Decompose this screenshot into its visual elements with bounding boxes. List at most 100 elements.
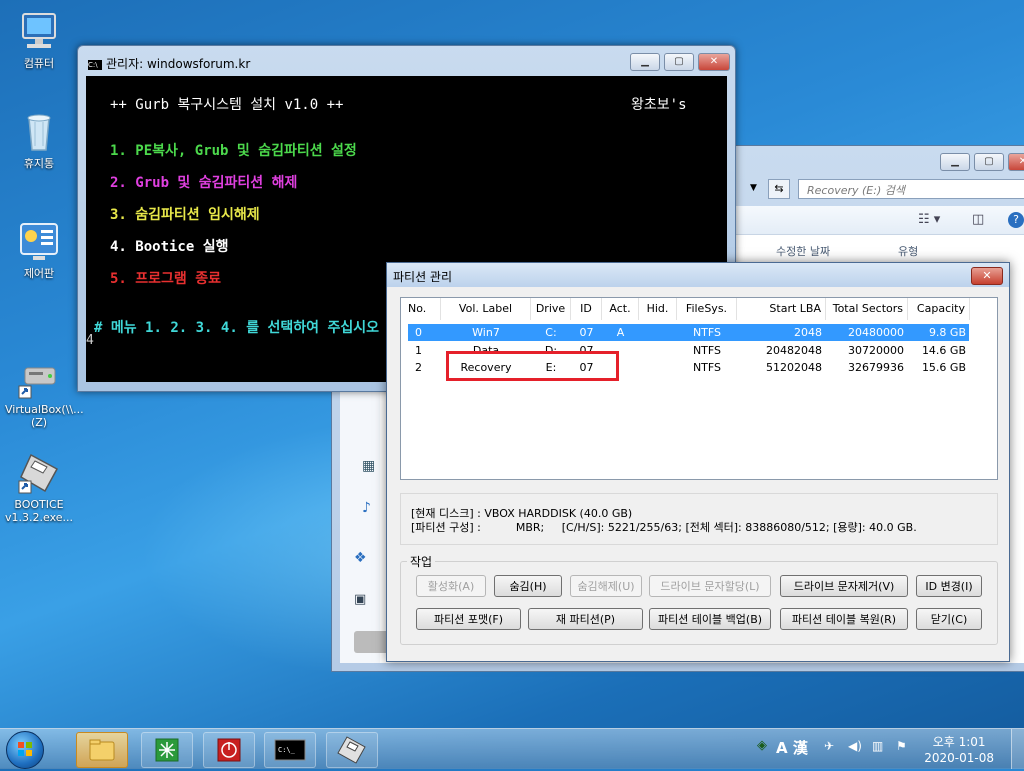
- cell-act: A: [616, 326, 625, 339]
- close-button[interactable]: ✕: [698, 53, 730, 71]
- search-placeholder: Recovery (E:) 검색: [807, 184, 905, 197]
- cmd-menu-item: 4. Bootice 실행: [110, 239, 229, 255]
- taskbar-bootice[interactable]: [326, 732, 378, 768]
- column-type[interactable]: 유형: [898, 243, 918, 259]
- hide-button[interactable]: 숨김(H): [494, 575, 562, 597]
- cell-total: 30720000: [848, 344, 904, 357]
- cell-fs: NTFS: [692, 344, 722, 357]
- col-drive[interactable]: Drive: [531, 298, 571, 320]
- col-no[interactable]: No.: [401, 298, 441, 320]
- cell-capacity: 15.6 GB: [921, 361, 966, 374]
- refresh-button[interactable]: ⇆: [768, 179, 790, 199]
- clock-time: 오후 1:01: [932, 735, 986, 749]
- cmd-title-text: 관리자: windowsforum.kr: [106, 57, 251, 71]
- desktop-icon-recycle-bin[interactable]: 휴지통: [5, 110, 73, 170]
- col-id[interactable]: ID: [571, 298, 602, 320]
- minimize-button[interactable]: ▁: [630, 53, 660, 71]
- desktop-icon-bootice[interactable]: BOOTICE v1.3.2.exe...: [5, 425, 73, 537]
- minimize-button[interactable]: ▁: [940, 153, 970, 171]
- table-header: No. Vol. Label Drive ID Act. Hid. FileSy…: [401, 298, 997, 320]
- activate-button[interactable]: 활성화(A): [416, 575, 486, 597]
- cmd-menu-item: 2. Grub 및 숨김파티션 해제: [110, 175, 298, 191]
- change-id-button[interactable]: ID 변경(I): [916, 575, 982, 597]
- maximize-button[interactable]: ▢: [974, 153, 1004, 171]
- help-icon[interactable]: ?: [1008, 212, 1024, 228]
- desktop-icon-control-panel[interactable]: 제어판: [5, 220, 73, 280]
- cell-total: 20480000: [848, 326, 904, 339]
- volume-icon[interactable]: ◀): [848, 739, 862, 753]
- col-start-lba[interactable]: Start LBA: [737, 298, 826, 320]
- table-row[interactable]: 0 Win7 C: 07 A NTFS 2048 20480000 9.8 GB: [408, 324, 969, 341]
- maximize-button[interactable]: ▢: [664, 53, 694, 71]
- cell-total: 32679936: [848, 361, 904, 374]
- cell-start: 2048: [794, 326, 822, 339]
- dialog-title: 파티션 관리: [393, 270, 453, 284]
- computer-icon: [17, 10, 61, 54]
- col-filesys[interactable]: FileSys.: [677, 298, 737, 320]
- video-icon[interactable]: ▦: [362, 458, 375, 474]
- language-bar-icon[interactable]: ◈: [757, 738, 767, 753]
- col-act[interactable]: Act.: [602, 298, 639, 320]
- network-tray-icon[interactable]: ▥: [872, 739, 883, 753]
- cmd-title: C:\ 관리자: windowsforum.kr: [88, 55, 250, 72]
- format-button[interactable]: 파티션 포맷(F): [416, 608, 521, 630]
- taskbar-explorer[interactable]: [76, 732, 128, 768]
- cmd-icon: C:\_: [274, 739, 306, 761]
- partition-tool-icon: [155, 738, 179, 762]
- computer-nav-icon[interactable]: ▣: [354, 592, 366, 607]
- taskbar: C:\_ ◈ A 漢 ✈ ◀) ▥ ⚑ 오후 1:01 2020-01-08: [0, 728, 1024, 769]
- cell-no: 0: [415, 326, 422, 339]
- homegroup-icon[interactable]: ❖: [354, 550, 367, 566]
- disk-info-panel: [현재 디스크] : VBOX HARDDISK (40.0 GB) [파티션 …: [400, 493, 998, 545]
- col-vol-label[interactable]: Vol. Label: [441, 298, 531, 320]
- desktop-icon-computer[interactable]: 컴퓨터: [5, 10, 73, 70]
- col-capacity[interactable]: Capacity: [908, 298, 970, 320]
- chevron-down-icon[interactable]: ▼: [750, 179, 764, 197]
- ime-indicator[interactable]: A 漢: [776, 737, 808, 758]
- repartition-button[interactable]: 재 파티션(P): [528, 608, 643, 630]
- column-modified[interactable]: 수정한 날짜: [776, 243, 830, 259]
- partition-dialog[interactable]: 파티션 관리 ✕ No. Vol. Label Drive ID Act. Hi…: [386, 262, 1010, 662]
- backup-table-button[interactable]: 파티션 테이블 백업(B): [649, 608, 771, 630]
- cell-capacity: 14.6 GB: [921, 344, 966, 357]
- music-icon[interactable]: ♪: [362, 500, 371, 516]
- close-dialog-button[interactable]: 닫기(C): [916, 608, 982, 630]
- remove-letter-button[interactable]: 드라이브 문자제거(V): [780, 575, 908, 597]
- show-desktop-button[interactable]: [1011, 729, 1024, 769]
- taskbar-app-green[interactable]: [141, 732, 193, 768]
- taskbar-app-red[interactable]: [203, 732, 255, 768]
- cmd-input: 4: [86, 333, 94, 348]
- desktop-icon-label: 휴지통: [23, 157, 55, 170]
- taskbar-cmd[interactable]: C:\_: [264, 732, 316, 768]
- task-group: [400, 561, 998, 645]
- cmd-author: 왕초보's: [631, 97, 687, 113]
- search-input[interactable]: Recovery (E:) 검색: [798, 179, 1024, 199]
- view-options-icon[interactable]: ☷ ▾: [918, 212, 940, 227]
- cell-label: Win7: [472, 326, 500, 339]
- cell-id: 07: [579, 326, 594, 339]
- svg-text:C:\_: C:\_: [278, 746, 296, 754]
- partition-table[interactable]: No. Vol. Label Drive ID Act. Hid. FileSy…: [400, 297, 998, 480]
- start-button[interactable]: [6, 731, 44, 769]
- action-center-icon[interactable]: ⚑: [896, 739, 907, 753]
- tools-icon[interactable]: ✈: [824, 739, 834, 753]
- unhide-button[interactable]: 숨김해제(U): [570, 575, 642, 597]
- task-group-label: 작업: [407, 553, 436, 570]
- restore-table-button[interactable]: 파티션 테이블 복원(R): [780, 608, 908, 630]
- col-hid[interactable]: Hid.: [639, 298, 677, 320]
- clock[interactable]: 오후 1:01 2020-01-08: [924, 734, 994, 766]
- assign-letter-button[interactable]: 드라이브 문자할당(L): [649, 575, 771, 597]
- close-button[interactable]: ✕: [1008, 153, 1024, 171]
- close-button[interactable]: ✕: [971, 267, 1003, 285]
- col-total-sectors[interactable]: Total Sectors: [826, 298, 908, 320]
- cell-no: 1: [415, 344, 422, 357]
- dialog-titlebar: 파티션 관리 ✕: [387, 263, 1009, 287]
- cmd-menu-item: 3. 숨김파티션 임시해제: [110, 207, 260, 223]
- cmd-menu-item: 1. PE복사, Grub 및 숨김파티션 설정: [110, 143, 357, 159]
- cmd-header: ++ Gurb 복구시스템 설치 v1.0 ++: [110, 97, 344, 113]
- network-drive-icon: [17, 343, 61, 399]
- preview-pane-icon[interactable]: ◫: [972, 212, 984, 227]
- layout-line: [파티션 구성] : MBR; [C/H/S]: 5221/255/63; [전…: [411, 521, 917, 534]
- desktop-icon-label: BOOTICE v1.3.2.exe...: [5, 498, 73, 524]
- cmd-prompt: # 메뉴 1. 2. 3. 4. 를 선택하여 주십시오: [94, 320, 379, 336]
